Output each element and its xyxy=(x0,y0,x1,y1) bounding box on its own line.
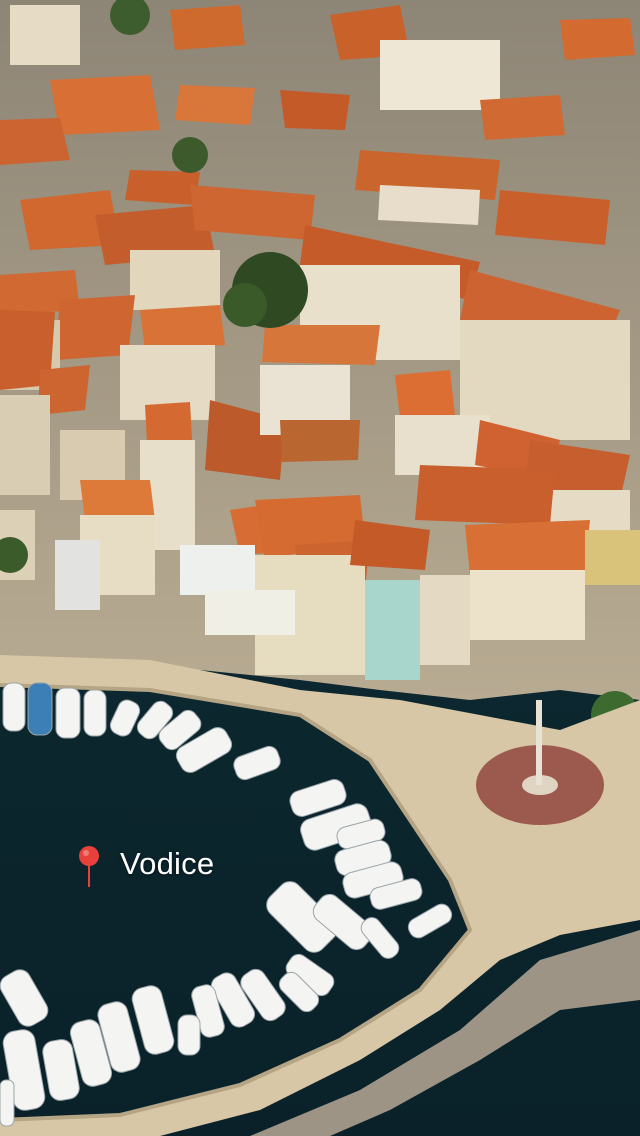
location-label: Vodice xyxy=(78,845,214,889)
town-buildings xyxy=(0,5,640,680)
video-frame: Vodice xyxy=(0,0,640,1136)
map-pin-icon xyxy=(79,846,99,887)
aerial-harbor-photo xyxy=(0,0,640,1136)
place-name: Vodice xyxy=(120,846,215,881)
